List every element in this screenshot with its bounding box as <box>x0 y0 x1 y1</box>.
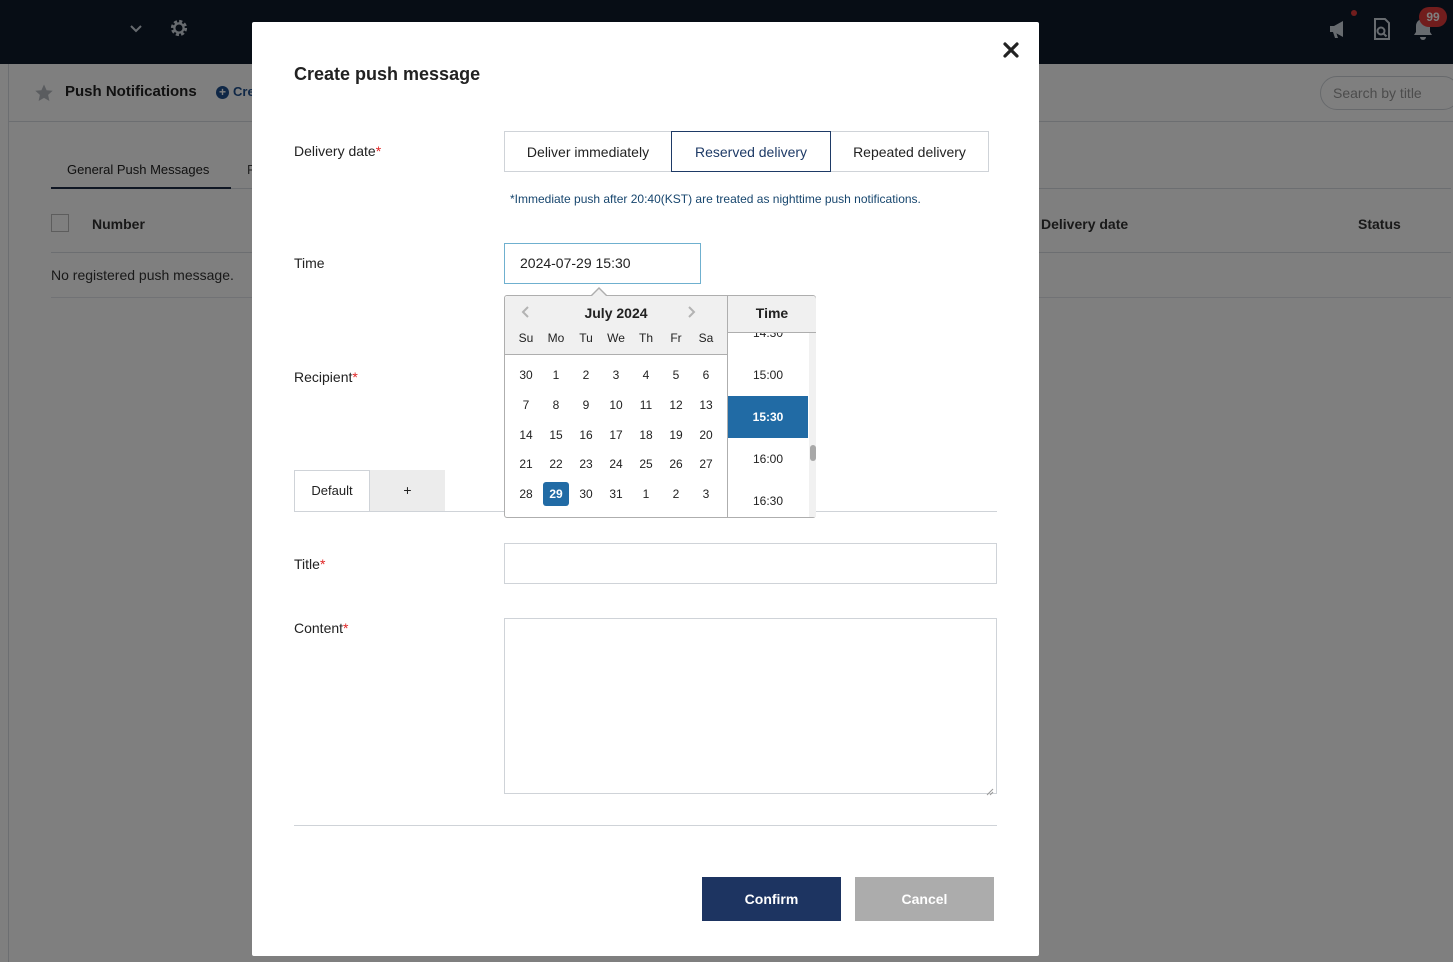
required-mark: * <box>319 556 326 572</box>
day-cell[interactable]: 31 <box>603 482 629 506</box>
required-mark: * <box>352 369 358 385</box>
repeated-delivery-option[interactable]: Repeated delivery <box>830 131 989 172</box>
weekday-label: Sa <box>698 331 714 345</box>
reserved-delivery-option[interactable]: Reserved delivery <box>671 131 831 172</box>
weekday-label: Su <box>518 331 534 345</box>
day-cell[interactable]: 6 <box>693 363 719 387</box>
day-cell[interactable]: 23 <box>573 452 599 476</box>
weekday-label: We <box>607 331 625 345</box>
content-textarea[interactable] <box>504 618 997 796</box>
day-cell[interactable]: 26 <box>663 452 689 476</box>
time-slot[interactable]: 16:30 <box>728 480 808 517</box>
time-slot[interactable]: 15:00 <box>728 354 808 396</box>
day-cell[interactable]: 18 <box>633 423 659 447</box>
modal-title: Create push message <box>294 64 481 84</box>
add-language-tab-button[interactable]: + <box>370 470 445 511</box>
recipient-label-text: Recipient <box>294 369 353 385</box>
delivery-date-label-text: Delivery date <box>294 143 376 159</box>
day-cell[interactable]: 5 <box>663 363 689 387</box>
day-cell[interactable]: 25 <box>633 452 659 476</box>
time-list[interactable]: 14:30 15:00 15:30 16:00 16:30 <box>728 333 816 517</box>
day-cell[interactable]: 8 <box>543 393 569 417</box>
time-header: Time <box>728 296 816 333</box>
day-cell[interactable]: 27 <box>693 452 719 476</box>
day-cell[interactable]: 30 <box>513 363 539 387</box>
day-cell[interactable]: 16 <box>573 423 599 447</box>
calendar: July 2024 Su Mo Tu We Th Fr Sa 30 1 2 3 … <box>505 296 727 517</box>
next-month-icon[interactable] <box>684 305 698 319</box>
time-scrollbar[interactable] <box>809 333 816 517</box>
day-cell[interactable]: 30 <box>573 482 599 506</box>
delivery-type-selector: Deliver immediately Reserved delivery Re… <box>504 131 989 172</box>
footer-divider <box>294 825 997 826</box>
delivery-date-label: Delivery date* <box>294 143 381 159</box>
time-column: Time 14:30 15:00 15:30 16:00 16:30 <box>727 296 816 517</box>
title-label-text: Title <box>294 556 320 572</box>
title-label: Title* <box>294 556 325 572</box>
time-label: Time <box>294 255 325 271</box>
day-cell[interactable]: 2 <box>663 482 689 506</box>
day-cell[interactable]: 4 <box>633 363 659 387</box>
nighttime-notice: *Immediate push after 20:40(KST) are tre… <box>510 192 921 206</box>
day-cell[interactable]: 3 <box>693 482 719 506</box>
recipient-label: Recipient* <box>294 369 358 385</box>
day-cell[interactable]: 12 <box>663 393 689 417</box>
picker-pointer-fill <box>592 289 606 296</box>
weekday-label: Fr <box>670 331 682 345</box>
day-cell[interactable]: 11 <box>633 393 659 417</box>
time-input[interactable]: 2024-07-29 15:30 <box>504 243 701 284</box>
day-cell[interactable]: 21 <box>513 452 539 476</box>
day-cell[interactable]: 7 <box>513 393 539 417</box>
weekday-label: Mo <box>547 331 565 345</box>
day-cell[interactable]: 1 <box>543 363 569 387</box>
time-scrollbar-thumb[interactable] <box>810 445 816 461</box>
content-label-text: Content <box>294 620 344 636</box>
required-mark: * <box>375 143 382 159</box>
day-cell-selected[interactable]: 29 <box>543 482 569 506</box>
content-label: Content* <box>294 620 349 636</box>
time-slot[interactable]: 16:00 <box>728 438 808 480</box>
datetime-picker: July 2024 Su Mo Tu We Th Fr Sa 30 1 2 3 … <box>504 287 816 518</box>
weekday-label: Th <box>638 331 653 345</box>
cancel-button[interactable]: Cancel <box>855 877 994 921</box>
day-cell[interactable]: 20 <box>693 423 719 447</box>
tab-default-language[interactable]: Default <box>294 470 370 511</box>
deliver-immediately-option[interactable]: Deliver immediately <box>504 131 672 172</box>
resize-grip-icon[interactable] <box>986 783 994 796</box>
day-cell[interactable]: 28 <box>513 482 539 506</box>
time-slot-selected[interactable]: 15:30 <box>728 396 808 438</box>
close-icon[interactable] <box>1001 40 1021 60</box>
day-cell[interactable]: 9 <box>573 393 599 417</box>
required-mark: * <box>343 620 349 636</box>
day-cell[interactable]: 1 <box>633 482 659 506</box>
calendar-header: July 2024 Su Mo Tu We Th Fr Sa <box>505 296 727 355</box>
weekday-label: Tu <box>579 331 593 345</box>
time-slot[interactable]: 14:30 <box>728 333 808 354</box>
title-input[interactable] <box>504 543 997 584</box>
day-cell[interactable]: 22 <box>543 452 569 476</box>
day-cell[interactable]: 3 <box>603 363 629 387</box>
day-cell[interactable]: 24 <box>603 452 629 476</box>
day-cell[interactable]: 19 <box>663 423 689 447</box>
day-cell[interactable]: 2 <box>573 363 599 387</box>
day-cell[interactable]: 10 <box>603 393 629 417</box>
day-cell[interactable]: 15 <box>543 423 569 447</box>
day-cell[interactable]: 14 <box>513 423 539 447</box>
confirm-button[interactable]: Confirm <box>702 877 841 921</box>
day-cell[interactable]: 13 <box>693 393 719 417</box>
day-cell[interactable]: 17 <box>603 423 629 447</box>
